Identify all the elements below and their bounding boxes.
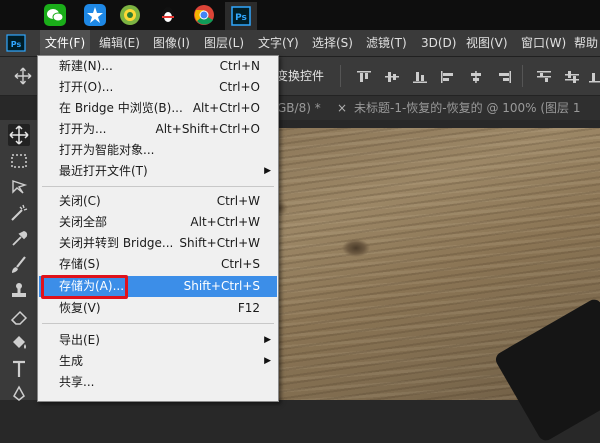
paint-bucket-tool-icon[interactable]	[8, 332, 30, 354]
options-divider	[522, 65, 523, 87]
menu-item-share[interactable]: 共享...	[39, 372, 277, 393]
options-divider	[340, 65, 341, 87]
menu-item-open-as[interactable]: 打开为... Alt+Shift+Ctrl+O	[39, 119, 277, 140]
menu-separator	[42, 186, 274, 187]
menu-filter[interactable]: 滤镜(T)	[366, 30, 407, 56]
distribute-bottom-icon[interactable]	[588, 69, 600, 83]
menu-window[interactable]: 窗口(W)	[521, 30, 566, 56]
document-tab-previous[interactable]: GB/8) *	[277, 96, 321, 120]
align-top-icon[interactable]	[356, 69, 372, 83]
align-bottom-icon[interactable]	[412, 69, 428, 83]
photoshop-logo-icon: Ps	[6, 34, 26, 52]
menu-image[interactable]: 图像(I)	[153, 30, 190, 56]
menu-bar: Ps 文件(F) 编辑(E) 图像(I) 图层(L) 文字(Y) 选择(S) 滤…	[0, 30, 600, 57]
menu-view[interactable]: 视图(V)	[466, 30, 508, 56]
qq-icon[interactable]	[157, 4, 179, 26]
chrome-icon[interactable]	[193, 4, 215, 26]
menu-item-export[interactable]: 导出(E) ▶	[39, 330, 277, 351]
quick-selection-tool-icon[interactable]	[8, 202, 30, 224]
menu-layer[interactable]: 图层(L)	[204, 30, 244, 56]
photoshop-icon: Ps	[231, 6, 251, 26]
svg-text:Ps: Ps	[235, 13, 247, 23]
submenu-arrow-icon: ▶	[264, 166, 271, 176]
align-left-icon[interactable]	[440, 69, 456, 83]
menu-edit[interactable]: 编辑(E)	[99, 30, 140, 56]
type-tool-icon[interactable]	[8, 358, 30, 380]
tools-panel	[0, 120, 39, 401]
annotation-highlight-box	[41, 275, 128, 299]
file-menu-dropdown: 新建(N)... Ctrl+N 打开(O)... Ctrl+O 在 Bridge 中…	[37, 55, 279, 402]
brush-tool-icon[interactable]	[8, 254, 30, 276]
menu-item-new[interactable]: 新建(N)... Ctrl+N	[39, 56, 277, 77]
menu-separator	[42, 323, 274, 324]
tab-title: 未标题-1-恢复的-恢复的 @ 100% (图层 1	[354, 101, 581, 115]
eraser-tool-icon[interactable]	[8, 306, 30, 328]
submenu-arrow-icon: ▶	[264, 335, 271, 345]
menu-item-close-and-go-to-bridge[interactable]: 关闭并转到 Bridge... Shift+Ctrl+W	[39, 233, 277, 254]
align-vertical-center-icon[interactable]	[384, 69, 400, 83]
menu-file[interactable]: 文件(F)	[40, 30, 90, 56]
menu-item-close-all[interactable]: 关闭全部 Alt+Ctrl+W	[39, 212, 277, 233]
move-tool-preset-icon[interactable]	[14, 67, 32, 85]
lasso-tool-icon[interactable]	[8, 176, 30, 198]
menu-help[interactable]: 帮助	[574, 30, 598, 56]
wechat-icon[interactable]	[44, 4, 66, 26]
menu-item-generate[interactable]: 生成 ▶	[39, 351, 277, 372]
menu-item-open[interactable]: 打开(O)... Ctrl+O	[39, 77, 277, 98]
menu-item-recent-files[interactable]: 最近打开文件(T) ▶	[39, 161, 277, 182]
tab-close-button[interactable]: ×	[337, 96, 347, 120]
svg-text:Ps: Ps	[11, 40, 22, 49]
menu-item-browse-in-bridge[interactable]: 在 Bridge 中浏览(B)... Alt+Ctrl+O	[39, 98, 277, 119]
marquee-tool-icon[interactable]	[8, 150, 30, 172]
menu-item-revert[interactable]: 恢复(V) F12	[39, 298, 277, 319]
menu-3d[interactable]: 3D(D)	[421, 30, 456, 56]
distribute-vertical-center-icon[interactable]	[564, 69, 580, 83]
photoshop-taskbar-button[interactable]: Ps	[225, 2, 257, 30]
document-tab-active[interactable]: 未标题-1-恢复的-恢复的 @ 100% (图层 1	[354, 96, 581, 120]
menu-item-open-as-smart-object[interactable]: 打开为智能对象...	[39, 140, 277, 161]
menu-item-close[interactable]: 关闭(C) Ctrl+W	[39, 191, 277, 212]
show-transform-controls-label[interactable]: 变换控件	[276, 57, 324, 95]
tab-title: GB/8) *	[277, 101, 321, 115]
menu-select[interactable]: 选择(S)	[312, 30, 353, 56]
move-tool-icon[interactable]	[8, 124, 30, 146]
stamp-tool-icon[interactable]	[8, 280, 30, 302]
star-app-icon[interactable]	[84, 4, 106, 26]
windows-taskbar: Ps	[0, 0, 600, 30]
align-horizontal-center-icon[interactable]	[468, 69, 484, 83]
align-right-icon[interactable]	[496, 69, 512, 83]
eyedropper-tool-icon[interactable]	[8, 228, 30, 250]
menu-item-save[interactable]: 存储(S) Ctrl+S	[39, 254, 277, 275]
pen-tool-icon[interactable]	[8, 384, 30, 406]
distribute-top-icon[interactable]	[536, 69, 552, 83]
submenu-arrow-icon: ▶	[264, 356, 271, 366]
360-browser-icon[interactable]	[119, 4, 141, 26]
menu-type[interactable]: 文字(Y)	[258, 30, 299, 56]
